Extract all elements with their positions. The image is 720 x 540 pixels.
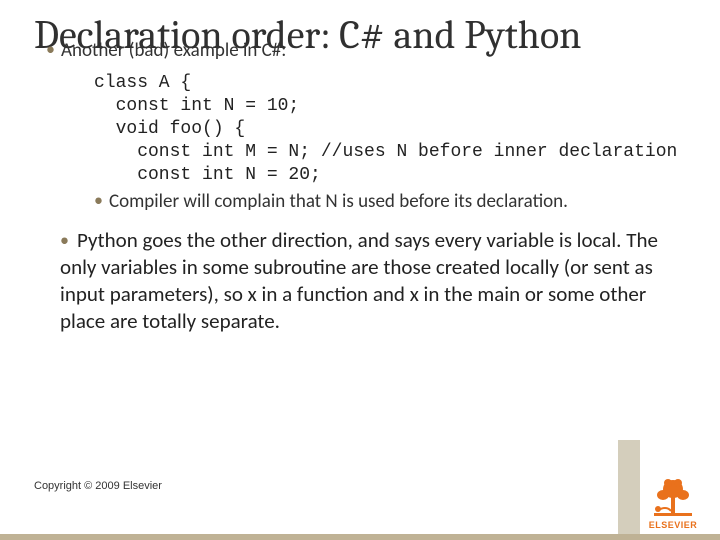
bullet-python-direction: •Python goes the other direction, and sa… — [60, 227, 672, 335]
bullet-csharp-text: Another (bad) example in C#: — [61, 39, 286, 62]
bullet-dot-icon: • — [94, 189, 103, 211]
elsevier-tree-icon — [650, 477, 696, 519]
elsevier-logo-text: ELSEVIER — [644, 520, 702, 530]
bullet-compiler-text: Compiler will complain that N is used be… — [109, 190, 568, 213]
copyright-text: Copyright © 2009 Elsevier — [34, 480, 162, 492]
bullet-compiler-complain: • Compiler will complain that N is used b… — [94, 189, 690, 213]
decorative-stripe — [618, 440, 640, 534]
bullet-dot-icon: • — [60, 229, 69, 251]
code-block: class A { const int N = 10; void foo() {… — [94, 72, 690, 187]
elsevier-logo: ELSEVIER — [644, 477, 702, 530]
decorative-bottom-bar — [0, 534, 720, 540]
bullet-dot-icon: • — [46, 38, 55, 60]
bullet-python-text: Python goes the other direction, and say… — [60, 227, 658, 334]
slide: Declaration order: C# and Python •Anothe… — [0, 0, 720, 540]
